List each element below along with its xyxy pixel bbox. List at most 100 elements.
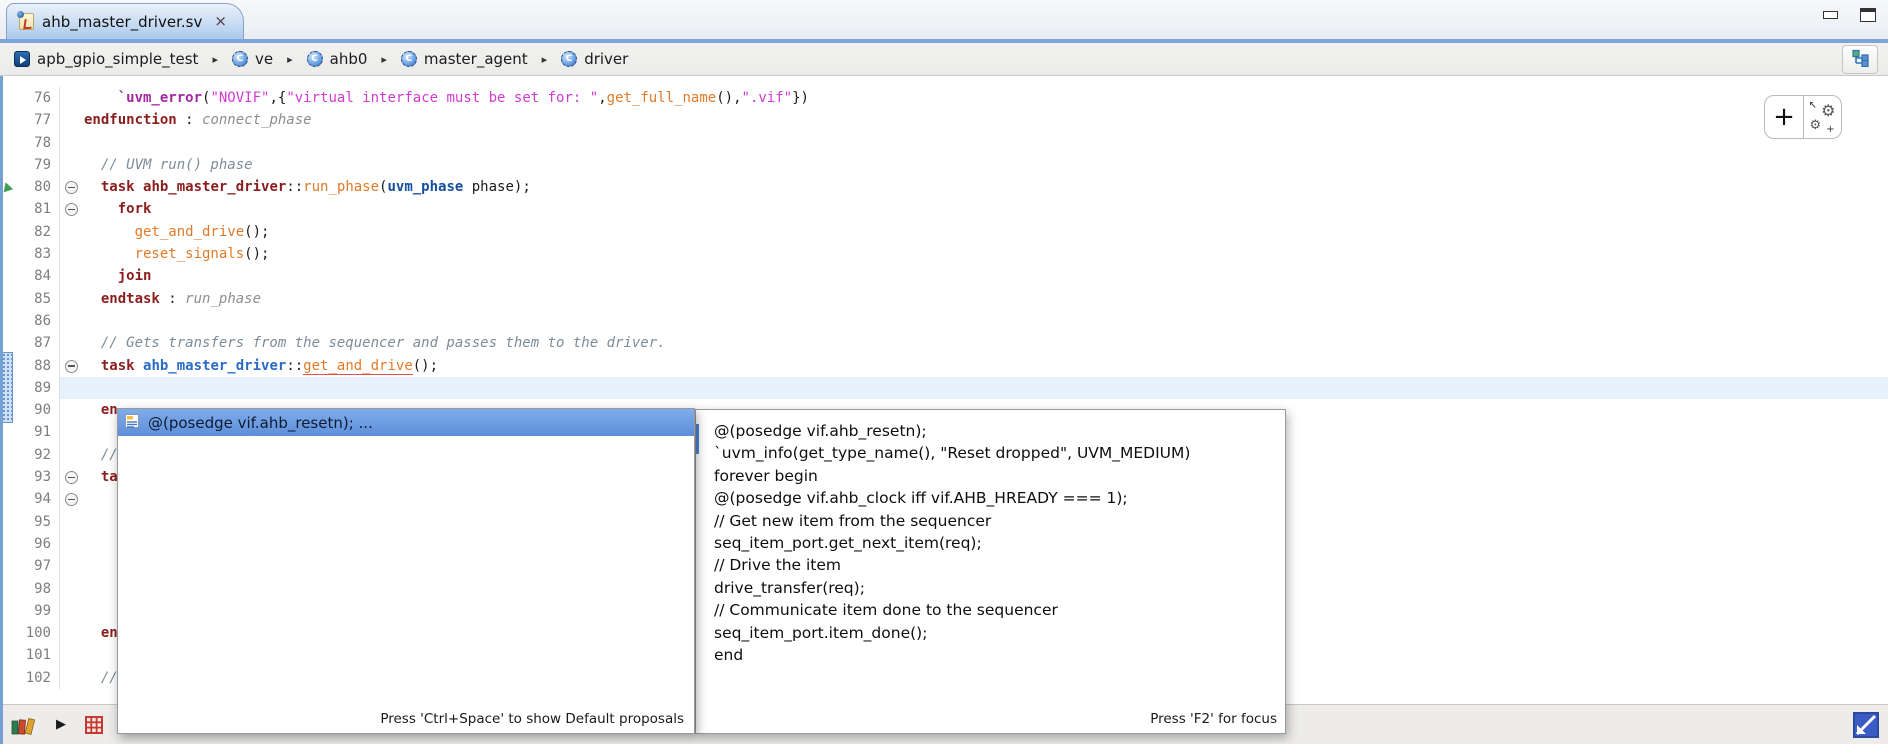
code-line: 77 endfunction : connect_phase	[0, 109, 1888, 131]
code-text[interactable]: task ahb_master_driver::run_phase(uvm_ph…	[84, 176, 1888, 198]
code-text[interactable]: fork	[84, 198, 1888, 220]
line-number[interactable]: 96	[14, 533, 60, 555]
fold-marker[interactable]	[60, 176, 84, 198]
breadcrumb-item-ve[interactable]: C ve	[228, 48, 277, 70]
fold-marker[interactable]	[60, 132, 84, 154]
fold-marker[interactable]	[60, 109, 84, 131]
tab-close-icon[interactable]: ×	[214, 14, 227, 29]
code-text[interactable]: endfunction : connect_phase	[84, 109, 1888, 131]
code-text[interactable]: // UVM run() phase	[84, 154, 1888, 176]
hierarchy-tree-icon	[1851, 49, 1869, 71]
code-line: 76 `uvm_error("NOVIF",{"virtual interfac…	[0, 87, 1888, 109]
line-number[interactable]: 77	[14, 109, 60, 131]
line-number[interactable]: 83	[14, 243, 60, 265]
fold-marker[interactable]	[60, 87, 84, 109]
line-number[interactable]: 91	[14, 421, 60, 443]
code-text[interactable]	[84, 132, 1888, 154]
line-number[interactable]: 81	[14, 198, 60, 220]
code-text[interactable]	[84, 377, 1888, 399]
minimize-icon[interactable]	[1823, 11, 1838, 19]
add-button[interactable]: +	[1765, 96, 1803, 138]
code-text[interactable]: reset_signals();	[84, 243, 1888, 265]
fold-marker[interactable]	[60, 533, 84, 555]
library-books-icon[interactable]	[10, 714, 38, 736]
line-number[interactable]: 102	[14, 667, 60, 689]
expand-arrow-icon[interactable]: ▶	[56, 717, 66, 732]
fold-marker[interactable]	[60, 444, 84, 466]
line-number[interactable]: 89	[14, 377, 60, 399]
fold-marker[interactable]	[60, 421, 84, 443]
breadcrumb-item-ahb0[interactable]: C ahb0	[303, 48, 372, 70]
line-number[interactable]: 98	[14, 578, 60, 600]
code-line: 87 // Gets transfers from the sequencer …	[0, 332, 1888, 354]
show-hierarchy-button[interactable]	[1842, 45, 1878, 74]
fold-marker[interactable]	[60, 578, 84, 600]
line-number[interactable]: 93	[14, 466, 60, 488]
line-number[interactable]: 95	[14, 511, 60, 533]
line-number[interactable]: 82	[14, 221, 60, 243]
fold-marker[interactable]	[60, 198, 84, 220]
line-number[interactable]: 92	[14, 444, 60, 466]
preview-code-line: `uvm_info(get_type_name(), "Reset droppe…	[714, 442, 1277, 464]
code-text[interactable]: `uvm_error("NOVIF",{"virtual interface m…	[84, 87, 1888, 109]
preview-code-line: @(posedge vif.ahb_resetn);	[714, 420, 1277, 442]
line-number[interactable]: 90	[14, 399, 60, 421]
line-number[interactable]: 86	[14, 310, 60, 332]
fold-marker[interactable]	[60, 265, 84, 287]
fold-marker[interactable]	[60, 154, 84, 176]
code-line: 79 // UVM run() phase	[0, 154, 1888, 176]
line-number[interactable]: 87	[14, 332, 60, 354]
fold-marker[interactable]	[60, 310, 84, 332]
breadcrumb-item-driver[interactable]: C driver	[557, 48, 632, 70]
breadcrumb-separator-icon: ▸	[381, 53, 387, 66]
code-text[interactable]: endtask : run_phase	[84, 288, 1888, 310]
line-number[interactable]: 84	[14, 265, 60, 287]
preview-code: @(posedge vif.ahb_resetn);`uvm_info(get_…	[696, 410, 1285, 666]
fold-marker[interactable]	[60, 332, 84, 354]
line-number[interactable]: 100	[14, 622, 60, 644]
line-number[interactable]: 80	[14, 176, 60, 198]
tab-ahb-master-driver[interactable]: ahb_master_driver.sv ×	[6, 3, 244, 39]
breadcrumb-item-apb_gpio_simple_test[interactable]: apb_gpio_simple_test	[10, 48, 202, 70]
grid-icon[interactable]	[84, 715, 104, 735]
fold-marker[interactable]	[60, 488, 84, 510]
fold-marker[interactable]	[60, 399, 84, 421]
line-number[interactable]: 85	[14, 288, 60, 310]
fold-marker[interactable]	[60, 243, 84, 265]
fold-marker[interactable]	[60, 288, 84, 310]
code-text[interactable]: join	[84, 265, 1888, 287]
breadcrumb-item-master_agent[interactable]: C master_agent	[397, 48, 532, 70]
fold-marker[interactable]	[60, 644, 84, 666]
fold-marker[interactable]	[60, 600, 84, 622]
line-number[interactable]: 101	[14, 644, 60, 666]
line-number[interactable]: 88	[14, 355, 60, 377]
preview-focus-hint: Press 'F2' for focus	[1150, 711, 1277, 727]
line-number[interactable]: 99	[14, 600, 60, 622]
fold-marker[interactable]	[60, 221, 84, 243]
proposal-item-selected[interactable]: @(posedge vif.ahb_resetn); ...	[118, 409, 694, 436]
line-number[interactable]: 78	[14, 132, 60, 154]
fold-marker[interactable]	[60, 622, 84, 644]
restore-pane-icon[interactable]	[1852, 711, 1880, 739]
breadcrumb-separator-icon: ▸	[212, 53, 218, 66]
fold-marker[interactable]	[60, 355, 84, 377]
fold-marker[interactable]	[60, 511, 84, 533]
code-text[interactable]	[84, 310, 1888, 332]
line-number[interactable]: 97	[14, 555, 60, 577]
fold-marker[interactable]	[60, 377, 84, 399]
code-text[interactable]: // Gets transfers from the sequencer and…	[84, 332, 1888, 354]
fold-marker[interactable]	[60, 466, 84, 488]
status-bar-right	[1852, 705, 1880, 744]
fold-marker[interactable]	[60, 555, 84, 577]
line-number[interactable]: 76	[14, 87, 60, 109]
code-text[interactable]: get_and_drive();	[84, 221, 1888, 243]
code-text[interactable]: task ahb_master_driver::get_and_drive();	[84, 355, 1888, 377]
line-number[interactable]: 79	[14, 154, 60, 176]
fold-marker[interactable]	[60, 667, 84, 689]
code-line: 82 get_and_drive();	[0, 221, 1888, 243]
class-icon: C	[401, 51, 417, 67]
settings-button[interactable]: ⚙ ⚙ ↖ +	[1803, 96, 1841, 138]
line-number[interactable]: 94	[14, 488, 60, 510]
gears-icon: ⚙ ⚙ ↖ +	[1811, 105, 1835, 129]
maximize-icon[interactable]	[1860, 8, 1876, 22]
